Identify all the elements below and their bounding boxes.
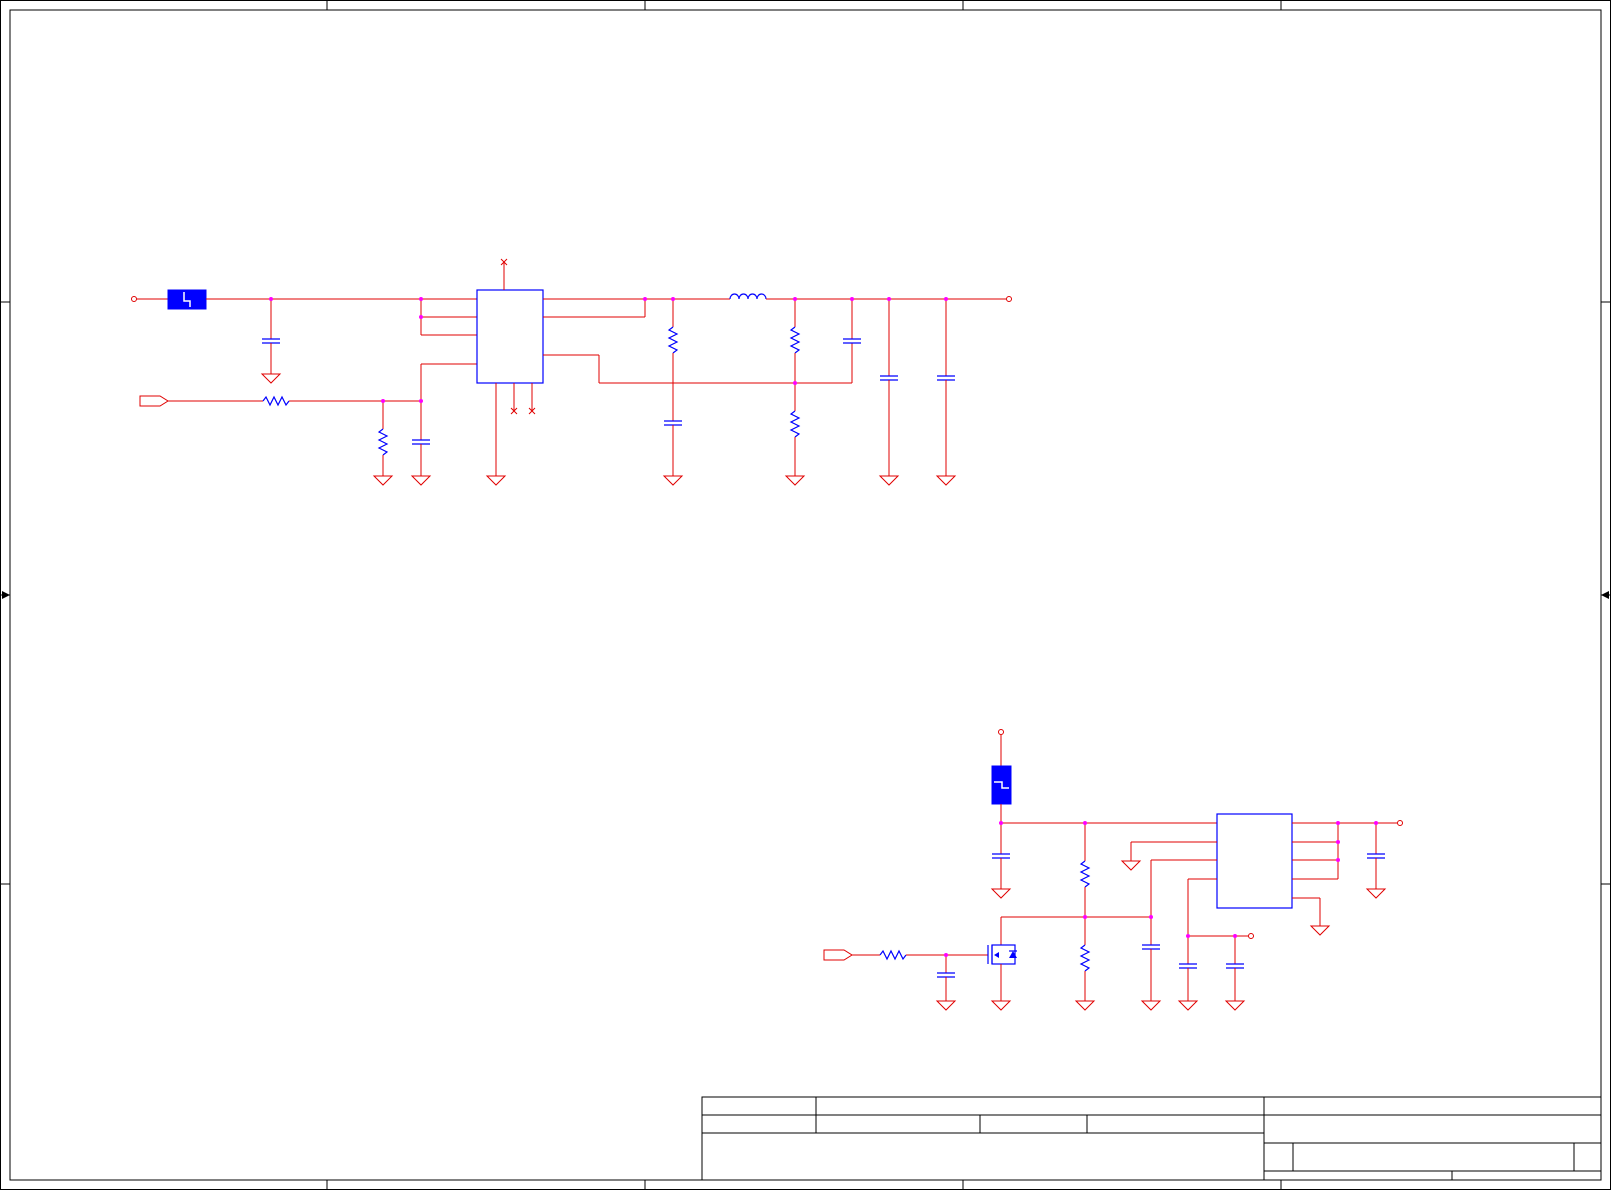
ground-icon	[784, 475, 806, 486]
capacitor-icon	[843, 338, 861, 344]
capacitor-icon	[937, 375, 955, 381]
capacitor-icon	[412, 439, 430, 445]
buck-regulator-circuit	[131, 258, 1012, 486]
sheet-frame	[0, 0, 1611, 1190]
ic-icon	[1216, 813, 1293, 909]
capacitor-icon	[992, 853, 1010, 859]
ground-icon	[990, 1000, 1012, 1011]
ground-icon	[485, 475, 507, 486]
capacitor-icon	[1142, 944, 1160, 950]
ground-icon	[372, 475, 394, 486]
port-icon	[823, 949, 853, 961]
mosfet-icon	[987, 944, 1017, 965]
net-terminal-icon	[131, 296, 137, 302]
capacitor-icon	[880, 375, 898, 381]
fuse-icon	[991, 765, 1012, 805]
capacitor-icon	[1367, 853, 1385, 859]
ground-icon	[1224, 1000, 1246, 1011]
ground-icon	[1365, 888, 1387, 899]
resistor-icon	[789, 410, 801, 438]
resistor-icon	[789, 326, 801, 354]
resistor-icon	[262, 395, 290, 407]
ground-icon	[1177, 1000, 1199, 1011]
port-icon	[139, 395, 169, 407]
capacitor-icon	[1226, 963, 1244, 969]
inductor-icon	[729, 293, 767, 300]
ic-icon	[476, 289, 544, 384]
title-block	[701, 1096, 1602, 1181]
capacitor-icon	[262, 338, 280, 344]
ground-icon	[1074, 1000, 1096, 1011]
ldo-regulator-circuit	[823, 729, 1403, 1011]
resistor-icon	[879, 949, 907, 961]
fuse-icon	[167, 289, 207, 310]
ground-icon	[935, 1000, 957, 1011]
ground-icon	[1309, 925, 1331, 936]
ground-icon	[935, 475, 957, 486]
ground-icon	[878, 475, 900, 486]
ground-icon	[1120, 860, 1142, 871]
ground-icon	[1140, 1000, 1162, 1011]
net-terminal-icon	[1397, 820, 1403, 826]
resistor-icon	[667, 326, 679, 354]
schematic-sheet	[0, 0, 1611, 1190]
net-terminal-icon	[998, 729, 1004, 735]
capacitor-icon	[1179, 963, 1197, 969]
ground-icon	[662, 475, 684, 486]
ground-icon	[990, 888, 1012, 899]
resistor-icon	[377, 428, 389, 456]
net-terminal-icon	[1248, 933, 1254, 939]
ground-icon	[410, 475, 432, 486]
capacitor-icon	[664, 420, 682, 426]
resistor-icon	[1079, 944, 1091, 972]
capacitor-icon	[937, 972, 955, 978]
net-terminal-icon	[1006, 296, 1012, 302]
ground-icon	[260, 373, 282, 384]
resistor-icon	[1079, 860, 1091, 888]
